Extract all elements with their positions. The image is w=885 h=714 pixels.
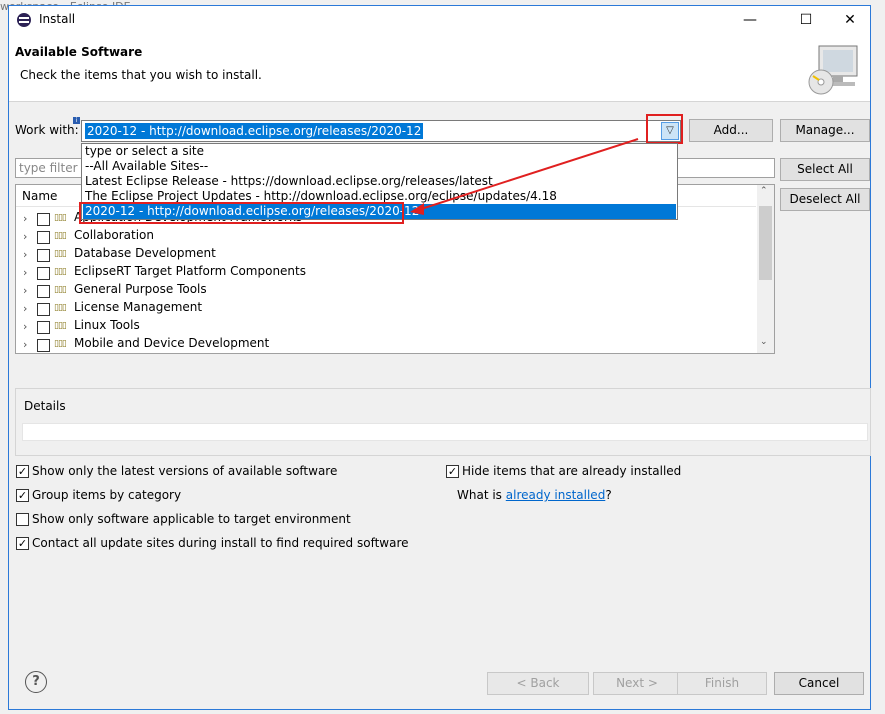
annotation-arrow xyxy=(410,138,639,215)
